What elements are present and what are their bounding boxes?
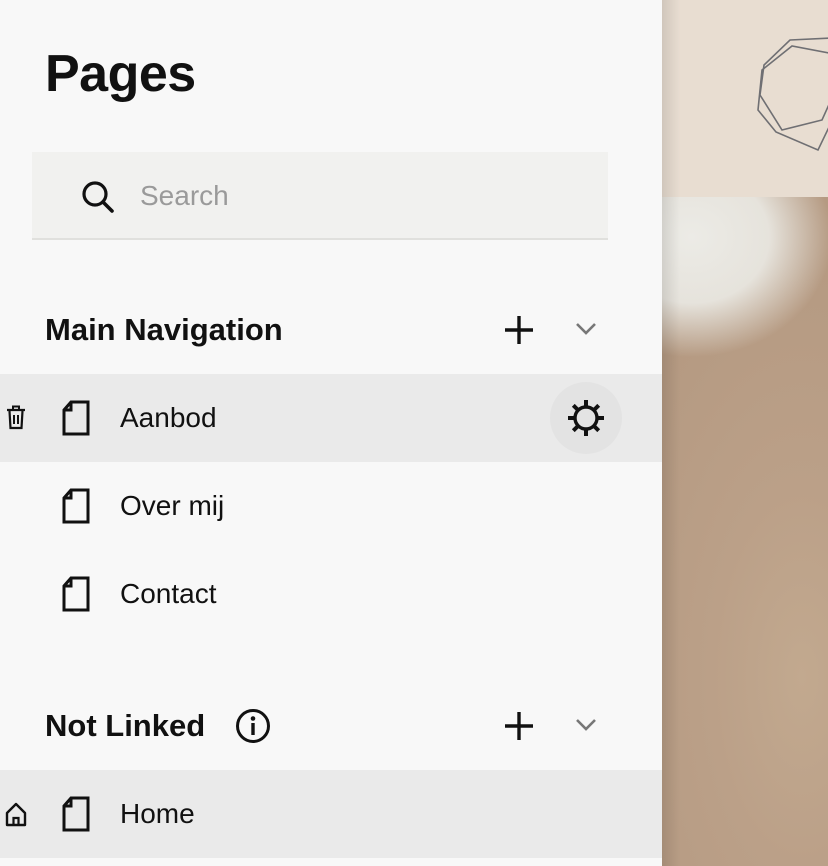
gear-icon [568, 400, 604, 436]
chevron-down-icon[interactable] [571, 314, 601, 344]
chevron-down-icon[interactable] [571, 710, 601, 740]
page-row-home[interactable]: Home [0, 770, 662, 858]
search-bar[interactable] [32, 152, 608, 240]
plus-icon[interactable] [501, 312, 537, 348]
section-header-main-navigation: Main Navigation [45, 308, 625, 352]
plus-icon[interactable] [501, 708, 537, 744]
page-label: Home [120, 798, 195, 829]
page-row-aanbod[interactable]: Aanbod [0, 374, 662, 462]
page-row-contact[interactable]: Contact [0, 550, 662, 638]
page-icon [62, 576, 90, 612]
section-title: Main Navigation [45, 312, 283, 347]
panel-shadow [662, 0, 680, 866]
home-icon [5, 802, 27, 827]
page-title: Pages [45, 45, 196, 103]
page-icon [62, 796, 90, 832]
page-icon [62, 488, 90, 524]
page-settings-button[interactable] [550, 382, 622, 454]
page-label: Over mij [120, 490, 225, 521]
preview-photo [662, 197, 828, 866]
page-row-over-mij[interactable]: Over mij [0, 462, 662, 550]
page-label: Contact [120, 578, 217, 609]
trash-icon[interactable] [5, 405, 27, 431]
geometric-polygon-logo-icon [757, 37, 828, 152]
site-preview[interactable] [662, 0, 828, 866]
info-icon[interactable] [235, 708, 271, 744]
page-label: Aanbod [120, 402, 217, 433]
section-title: Not Linked [45, 708, 206, 743]
search-input[interactable] [140, 174, 580, 218]
section-header-not-linked: Not Linked [45, 704, 625, 748]
preview-header [662, 0, 828, 197]
pages-panel: Pages Main Navigation Aanbod [0, 0, 662, 866]
page-icon [62, 400, 90, 436]
search-icon [82, 181, 114, 213]
